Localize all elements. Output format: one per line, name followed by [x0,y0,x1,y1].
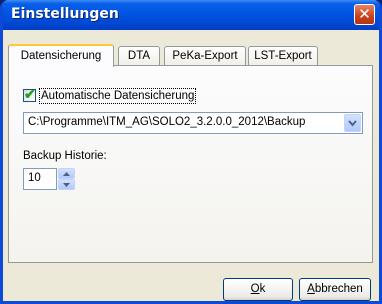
backup-path-dropdown-button[interactable] [344,114,361,132]
cancel-label-rest: bbrechen [314,283,363,295]
title-bar[interactable]: Einstellungen ✕ [3,0,379,30]
spin-down-button[interactable] [58,179,75,190]
auto-backup-label[interactable]: Automatische Datensicherung [38,88,197,104]
dialog-title: Einstellungen [11,6,119,22]
tab-lst-export[interactable]: LST-Export [248,46,318,66]
backup-path-combobox[interactable]: C:\Programme\ITM_AG\SOLO2_3.2.0.0_2012\B… [23,112,363,134]
auto-backup-checkbox[interactable]: ✔ [23,86,36,102]
cancel-button[interactable]: Abbrechen [299,278,371,301]
tab-datensicherung[interactable]: Datensicherung [8,44,114,67]
arrow-down-icon [63,183,70,187]
backup-history-spinner[interactable]: 10 [23,168,75,190]
ok-mnemonic: O [250,283,260,295]
settings-dialog: Einstellungen ✕ Datensicherung DTA PeKa-… [0,0,382,304]
close-icon: ✕ [358,5,371,23]
backup-path-value: C:\Programme\ITM_AG\SOLO2_3.2.0.0_2012\B… [28,116,306,128]
cancel-mnemonic: A [307,283,315,295]
chevron-down-icon [348,120,357,127]
close-button[interactable]: ✕ [354,4,375,25]
ok-label-rest: k [259,283,266,295]
backup-history-input[interactable]: 10 [23,168,57,190]
ok-button[interactable]: Ok [223,278,293,301]
checkmark-icon: ✔ [24,86,36,102]
spinner-buttons [58,168,75,190]
backup-history-label: Backup Historie: [23,150,107,162]
arrow-up-icon [63,172,70,176]
tab-dta[interactable]: DTA [118,46,160,66]
tab-peka-export[interactable]: PeKa-Export [164,46,246,66]
spin-up-button[interactable] [58,168,75,179]
